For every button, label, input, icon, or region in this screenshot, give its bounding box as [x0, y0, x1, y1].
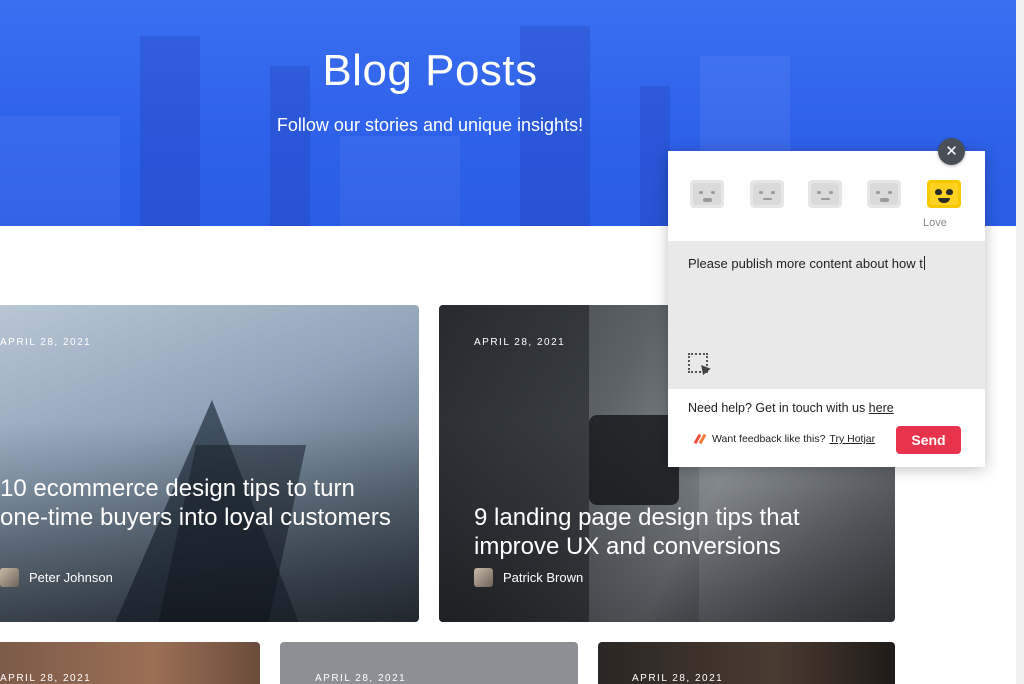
try-hotjar-link[interactable]: Try Hotjar: [829, 433, 875, 445]
help-text: Need help? Get in touch with us: [688, 401, 869, 415]
post-date: APRIL 28, 2021: [315, 673, 407, 684]
author-name: Patrick Brown: [503, 570, 584, 585]
love-icon[interactable]: [927, 180, 961, 208]
hero-bg-shape: [640, 86, 670, 226]
avatar: [0, 568, 19, 587]
neutral-icon[interactable]: [808, 180, 842, 208]
like-icon[interactable]: [867, 180, 901, 208]
emote-eye: [699, 191, 703, 194]
post-date: APRIL 28, 2021: [474, 337, 566, 348]
cursor-arrow: [697, 361, 711, 376]
post-author[interactable]: Patrick Brown: [474, 568, 583, 587]
feedback-text-wrap: Please publish more content about how t: [688, 256, 925, 271]
feedback-text: Please publish more content about how t: [688, 256, 923, 271]
select-element-icon[interactable]: [688, 353, 711, 376]
post-card[interactable]: APRIL 28, 2021: [598, 642, 895, 684]
text-caret: [923, 256, 925, 270]
blog-page: Blog Posts Follow our stories and unique…: [0, 0, 1024, 684]
hate-icon[interactable]: [690, 180, 724, 208]
scrollbar-track[interactable]: [1016, 0, 1024, 684]
emote-eye: [711, 191, 715, 194]
feedback-widget: Love Please publish more content about h…: [668, 151, 985, 467]
emote-eye: [759, 191, 763, 194]
emote-mouth: [763, 198, 772, 200]
emote-mouth: [938, 198, 950, 203]
emote-eye: [829, 191, 833, 194]
emote-eye: [817, 191, 821, 194]
hero-bg-shape: [340, 136, 460, 226]
emote-eye: [876, 191, 880, 194]
page-subtitle: Follow our stories and unique insights!: [276, 115, 584, 135]
post-date: APRIL 28, 2021: [0, 673, 92, 684]
page-title: Blog Posts: [322, 46, 538, 95]
post-card[interactable]: APRIL 28, 2021: [280, 642, 578, 684]
hotjar-promo: Want feedback like this? Try Hotjar: [693, 433, 875, 445]
emote-face: [870, 183, 898, 205]
emote-eye: [771, 191, 775, 194]
post-title[interactable]: 10 ecommerce design tips to turn one-tim…: [0, 474, 400, 532]
post-date: APRIL 28, 2021: [0, 337, 92, 348]
post-card[interactable]: APRIL 28, 2021: [0, 642, 260, 684]
emote-eye: [935, 189, 942, 195]
emote-face: [753, 183, 781, 205]
post-date: APRIL 28, 2021: [632, 673, 724, 684]
post-title[interactable]: 9 landing page design tips that improve …: [474, 503, 874, 561]
selected-rating-label: Love: [923, 217, 947, 229]
emote-mouth: [821, 198, 830, 200]
post-card[interactable]: APRIL 28, 2021 10 ecommerce design tips …: [0, 305, 419, 622]
send-button[interactable]: Send: [896, 426, 961, 454]
avatar: [474, 568, 493, 587]
help-line: Need help? Get in touch with us here: [688, 401, 894, 415]
help-link[interactable]: here: [869, 401, 894, 415]
rating-emotes: [690, 180, 970, 210]
feedback-textarea[interactable]: Please publish more content about how t: [668, 241, 985, 389]
emote-face: [811, 183, 839, 205]
post-author[interactable]: Peter Johnson: [0, 568, 113, 587]
dislike-icon[interactable]: [750, 180, 784, 208]
promo-text: Want feedback like this?: [712, 433, 826, 445]
close-icon[interactable]: ✕: [938, 138, 965, 165]
emote-mouth: [880, 198, 889, 202]
hotjar-logo-icon: [693, 433, 707, 445]
emote-face: [693, 183, 721, 205]
author-name: Peter Johnson: [29, 570, 113, 585]
emote-eye: [946, 189, 953, 195]
emote-eye: [888, 191, 892, 194]
emote-face: [930, 183, 958, 205]
emote-mouth: [703, 198, 712, 202]
